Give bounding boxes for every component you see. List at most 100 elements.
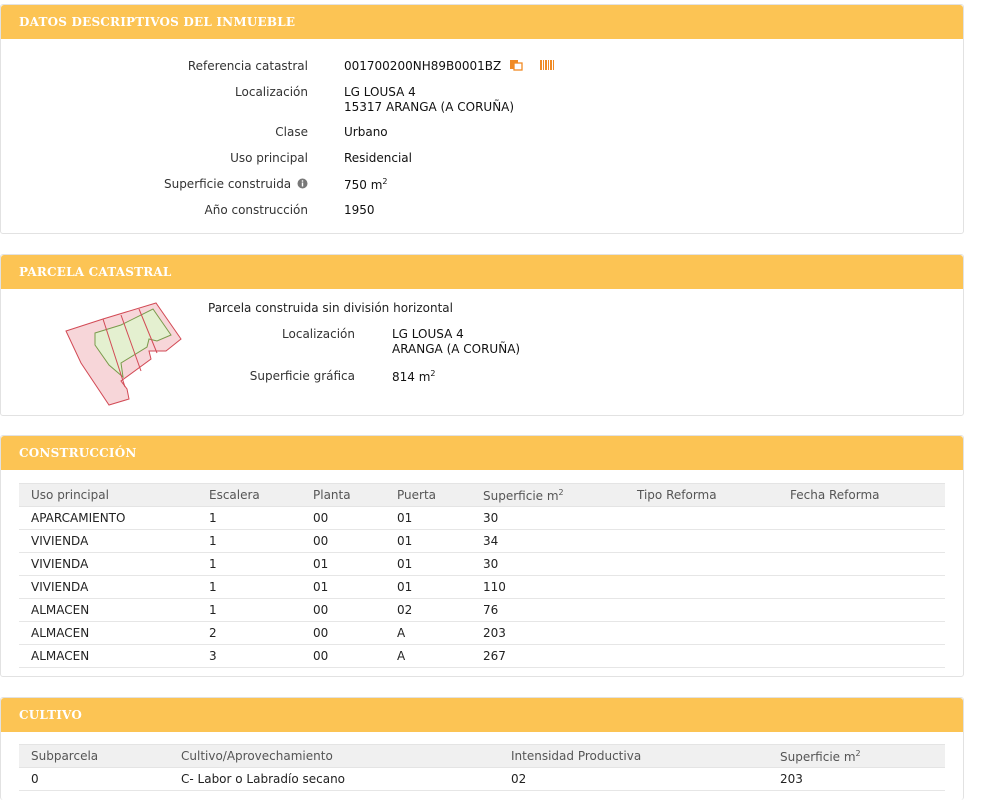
loc-label: Localización [235,85,308,99]
cell-planta: 01 [301,552,385,576]
col-intensidad: Intensidad Productiva [499,744,768,768]
cultivation-header-row: Subparcela Cultivo/Aprovechamiento Inten… [19,744,945,768]
table-row: VIVIENDA 1 00 01 34 [19,529,945,553]
cell-uso: APARCAMIENTO [19,506,197,530]
ref-label: Referencia catastral [187,59,308,73]
anio-value: 1950 [344,203,375,217]
cell-uso: VIVIENDA [19,529,197,553]
cell-superficie: 30 [471,552,625,576]
cell-fecha-reforma [778,598,945,622]
cell-cultivo: C- Labor o Labradío secano [169,767,499,791]
table-row: APARCAMIENTO 1 00 01 30 [19,506,945,530]
cell-uso: VIVIENDA [19,575,197,599]
clase-label: Clase [275,125,308,139]
col-superficie-exp: 2 [558,487,564,497]
cell-fecha-reforma [778,529,945,553]
cell-fecha-reforma [778,552,945,576]
parcel-loc-line1: LG LOUSA 4 [392,327,464,341]
cell-escalera: 1 [197,575,301,599]
cultivation-panel: CULTIVO Subparcela Cultivo/Aprovechamien… [0,697,964,800]
cell-puerta: 01 [385,575,471,599]
parcel-sup-label: Superficie gráfica [249,369,355,383]
cell-planta: 00 [301,644,385,668]
cultivation-title: CULTIVO [1,698,963,732]
info-icon[interactable] [297,178,308,192]
cell-superficie: 203 [768,767,945,791]
table-row: VIVIENDA 1 01 01 110 [19,575,945,599]
cell-escalera: 2 [197,621,301,645]
construction-panel: CONSTRUCCIÓN Uso principal Escalera Plan… [0,435,964,677]
cell-fecha-reforma [778,506,945,530]
cell-puerta: A [385,644,471,668]
col-escalera: Escalera [197,483,301,507]
parcel-loc-line2: ARANGA (A CORUÑA) [392,342,521,356]
col-fecha-reforma: Fecha Reforma [778,483,945,507]
cell-tipo-reforma [625,621,778,645]
cell-uso: VIVIENDA [19,552,197,576]
clase-value: Urbano [344,125,388,139]
col-puerta: Puerta [385,483,471,507]
col-superficie-wrap: Superficie m2 [471,483,625,507]
loc-value: LG LOUSA 4 15317 ARANGA (A CORUÑA) [344,85,514,115]
construction-header-row: Uso principal Escalera Planta Puerta Sup… [19,483,945,507]
parcel-title: PARCELA CATASTRAL [1,255,963,289]
barcode-icon[interactable] [539,59,555,74]
cell-superficie: 76 [471,598,625,622]
cell-tipo-reforma [625,575,778,599]
cell-fecha-reforma [778,621,945,645]
cell-planta: 00 [301,598,385,622]
cell-puerta: A [385,621,471,645]
cell-escalera: 1 [197,552,301,576]
ref-value: 001700200NH89B0001BZ [344,59,502,73]
cell-puerta: 02 [385,598,471,622]
cell-planta: 01 [301,575,385,599]
col-uso: Uso principal [19,483,197,507]
parcel-loc-label: Localización [282,327,355,341]
col-tipo-reforma: Tipo Reforma [625,483,778,507]
cell-planta: 00 [301,529,385,553]
cell-superficie: 203 [471,621,625,645]
cell-superficie: 34 [471,529,625,553]
table-row: ALMACEN 1 00 02 76 [19,598,945,622]
uso-value: Residencial [344,151,412,165]
cell-subparcela: 0 [19,767,169,791]
cell-planta: 00 [301,506,385,530]
table-row: ALMACEN 2 00 A 203 [19,621,945,645]
sup-exponent: 2 [382,177,388,186]
cell-escalera: 1 [197,506,301,530]
parcel-map-thumbnail[interactable] [61,301,186,406]
sup-label-wrap: Superficie construida [164,177,308,192]
construction-table: Uso principal Escalera Planta Puerta Sup… [19,483,945,668]
sup-value-wrap: 750 m2 [344,177,388,192]
cell-uso: ALMACEN [19,621,197,645]
cell-escalera: 1 [197,529,301,553]
cell-tipo-reforma [625,644,778,668]
table-row: 0 C- Labor o Labradío secano 02 203 [19,767,945,791]
loc-line1: LG LOUSA 4 [344,85,416,99]
col-planta: Planta [301,483,385,507]
anio-label: Año construcción [204,203,309,217]
cell-uso: ALMACEN [19,598,197,622]
sup-label: Superficie construida [163,177,292,191]
cell-escalera: 3 [197,644,301,668]
col-cultivo: Cultivo/Aprovechamiento [169,744,499,768]
parcel-sup-value: 814 m [392,370,431,384]
copy-icon[interactable] [509,59,523,74]
cell-superficie: 110 [471,575,625,599]
table-row: ALMACEN 3 00 A 267 [19,644,945,668]
uso-label: Uso principal [230,151,308,165]
col-superficie: Superficie m [483,488,559,503]
descriptive-data-title: DATOS DESCRIPTIVOS DEL INMUEBLE [1,5,963,39]
sup-value: 750 m [344,178,383,192]
col-subparcela: Subparcela [19,744,169,768]
cell-puerta: 01 [385,506,471,530]
parcel-sup-exponent: 2 [430,369,436,378]
cell-fecha-reforma [778,575,945,599]
parcel-loc-value: LG LOUSA 4 ARANGA (A CORUÑA) [392,327,520,357]
cell-tipo-reforma [625,506,778,530]
loc-line2: 15317 ARANGA (A CORUÑA) [344,100,515,114]
construction-title: CONSTRUCCIÓN [1,436,963,470]
cell-intensidad: 02 [499,767,768,791]
cell-tipo-reforma [625,529,778,553]
parcel-sup-value-wrap: 814 m2 [392,369,436,384]
